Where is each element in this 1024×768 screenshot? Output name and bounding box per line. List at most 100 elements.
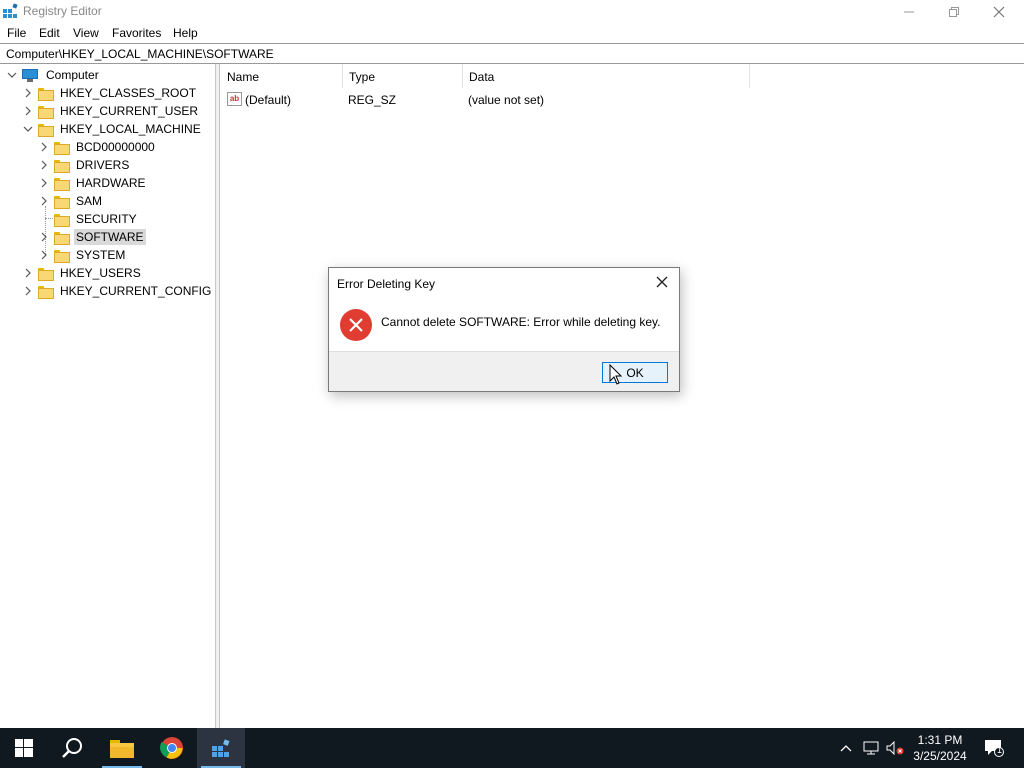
column-header-data[interactable]: Data <box>463 64 750 88</box>
close-icon <box>656 276 668 288</box>
tree-item-hkey-current-user[interactable]: HKEY_CURRENT_USER <box>22 102 200 120</box>
chevron-right-icon[interactable] <box>22 285 34 297</box>
clock-time: 1:31 PM <box>917 733 963 747</box>
error-dialog: Error Deleting Key Cannot delete SOFTWAR… <box>328 267 680 392</box>
tree-item-hkey-current-config[interactable]: HKEY_CURRENT_CONFIG <box>22 282 213 300</box>
folder-icon <box>54 231 70 245</box>
volume-muted-icon <box>886 741 904 755</box>
taskbar: 1:31 PM 3/25/2024 1 <box>0 728 1024 768</box>
chevron-right-icon[interactable] <box>22 87 34 99</box>
folder-icon <box>54 195 70 209</box>
tree-item-system[interactable]: SYSTEM <box>38 246 127 264</box>
show-hidden-icons-button[interactable] <box>836 728 856 768</box>
tree-item-hkey-users[interactable]: HKEY_USERS <box>22 264 143 282</box>
tree-item-software[interactable]: SOFTWARE <box>38 228 146 246</box>
chevron-down-icon[interactable] <box>6 69 18 81</box>
network-icon <box>863 741 879 755</box>
folder-icon <box>54 141 70 155</box>
start-button[interactable] <box>0 728 48 768</box>
chevron-right-icon[interactable] <box>38 249 50 261</box>
restore-icon <box>949 6 959 17</box>
computer-icon <box>22 68 38 82</box>
clock-date: 3/25/2024 <box>913 749 967 763</box>
volume-button[interactable] <box>884 728 906 768</box>
notifications-button[interactable]: 1 <box>980 728 1008 768</box>
close-button[interactable] <box>976 0 1022 23</box>
search-button[interactable] <box>48 728 96 768</box>
menu-bar: File Edit View Favorites Help <box>0 23 1024 43</box>
search-icon <box>62 738 82 758</box>
folder-icon <box>38 123 54 137</box>
folder-icon <box>38 105 54 119</box>
window-title: Registry Editor <box>23 4 102 18</box>
close-icon <box>993 6 1005 17</box>
chevron-right-icon[interactable] <box>38 141 50 153</box>
tree-item-label: Computer <box>46 68 99 82</box>
chevron-right-icon[interactable] <box>38 159 50 171</box>
string-value-icon: ab <box>227 92 242 106</box>
tree-item-label: SAM <box>76 194 103 208</box>
regedit-icon <box>212 739 230 757</box>
folder-icon <box>38 267 54 281</box>
chevron-down-icon[interactable] <box>22 123 34 135</box>
tree-item-hkey-classes-root[interactable]: HKEY_CLASSES_ROOT <box>22 84 198 102</box>
mouse-cursor-icon <box>609 364 623 385</box>
network-button[interactable] <box>860 728 882 768</box>
dialog-title: Error Deleting Key <box>337 277 436 291</box>
tree-item-sam[interactable]: SAM <box>38 192 104 210</box>
taskbar-regedit[interactable] <box>197 728 245 768</box>
tree-item-label: HARDWARE <box>76 176 146 190</box>
taskbar-clock[interactable]: 1:31 PM 3/25/2024 <box>905 732 975 764</box>
regedit-app-icon <box>3 3 18 18</box>
minimize-button[interactable] <box>886 0 932 23</box>
tree-item-computer[interactable]: Computer <box>6 66 101 84</box>
chevron-right-icon[interactable] <box>22 267 34 279</box>
folder-icon <box>54 213 70 227</box>
address-bar[interactable]: Computer\HKEY_LOCAL_MACHINE\SOFTWARE <box>0 43 1024 64</box>
chevron-right-icon[interactable] <box>38 195 50 207</box>
folder-icon <box>38 285 54 299</box>
chevron-up-icon <box>840 745 852 752</box>
tree-item-label: HKEY_USERS <box>60 266 141 280</box>
error-icon <box>340 309 372 341</box>
menu-file[interactable]: File <box>7 26 26 40</box>
menu-favorites[interactable]: Favorites <box>112 26 161 40</box>
title-bar: Registry Editor <box>0 0 1024 23</box>
tree-item-label: SYSTEM <box>76 248 126 262</box>
file-explorer-icon <box>110 740 134 758</box>
tree-item-label: SOFTWARE <box>74 229 146 245</box>
table-row[interactable]: ab (Default) REG_SZ (value not set) <box>221 90 781 110</box>
error-message: Cannot delete SOFTWARE: Error while dele… <box>381 315 661 329</box>
restore-button[interactable] <box>931 0 977 23</box>
tree-item-bcd00000000[interactable]: BCD00000000 <box>38 138 157 156</box>
tree-item-hardware[interactable]: HARDWARE <box>38 174 148 192</box>
values-list-pane[interactable]: Name Type Data ab (Default) REG_SZ (valu… <box>221 64 1024 728</box>
taskbar-chrome[interactable] <box>148 728 196 768</box>
tree-pane[interactable]: Computer HKEY_CLASSES_ROOT HKEY_CURRENT_… <box>0 64 216 728</box>
tree-item-security[interactable]: SECURITY <box>38 210 139 228</box>
column-header-name[interactable]: Name <box>221 64 343 88</box>
column-header-type[interactable]: Type <box>343 64 463 88</box>
menu-view[interactable]: View <box>73 26 99 40</box>
menu-edit[interactable]: Edit <box>39 26 60 40</box>
tree-item-label: HKEY_LOCAL_MACHINE <box>60 122 201 136</box>
chrome-icon <box>160 737 183 759</box>
tree-item-label: BCD00000000 <box>76 140 155 154</box>
start-icon <box>15 739 33 757</box>
pane-splitter[interactable] <box>216 64 220 728</box>
dialog-footer: OK <box>329 351 679 391</box>
menu-help[interactable]: Help <box>173 26 198 40</box>
chevron-right-icon[interactable] <box>22 105 34 117</box>
chevron-right-icon[interactable] <box>38 231 50 243</box>
folder-icon <box>38 87 54 101</box>
tree-item-drivers[interactable]: DRIVERS <box>38 156 131 174</box>
tree-item-label: DRIVERS <box>76 158 130 172</box>
taskbar-file-explorer[interactable] <box>98 728 146 768</box>
chevron-right-icon[interactable] <box>38 177 50 189</box>
value-data: (value not set) <box>468 93 545 107</box>
folder-icon <box>54 177 70 191</box>
value-type: REG_SZ <box>348 93 397 107</box>
dialog-close-button[interactable] <box>655 275 671 291</box>
tree-item-hkey-local-machine[interactable]: HKEY_LOCAL_MACHINE <box>22 120 203 138</box>
folder-icon <box>54 159 70 173</box>
